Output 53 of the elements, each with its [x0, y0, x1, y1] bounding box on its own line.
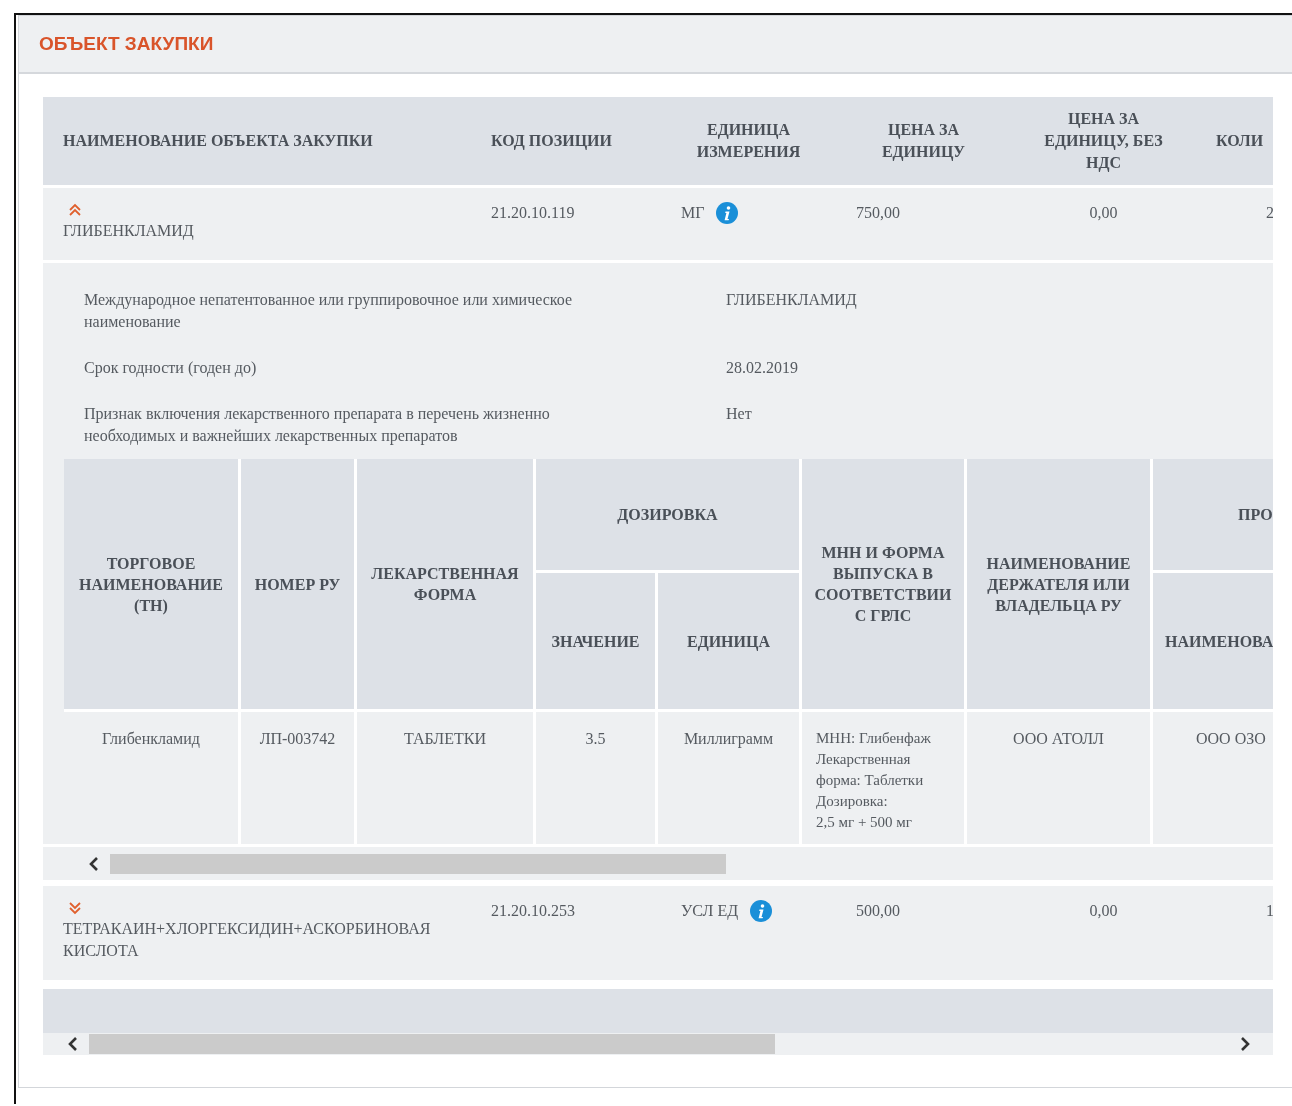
table-cell-text: ГЛИБЕНКЛАМИД — [63, 221, 194, 242]
field-value: 28.02.2019 — [726, 358, 799, 378]
table-cell-text: 2 — [1265, 203, 1273, 223]
column-header: ЦЕНА ЗА ЕДИНИЦУ, БЕЗ НДС — [1043, 109, 1164, 174]
table-cell: Миллиграмм — [658, 712, 799, 844]
scroll-right-icon[interactable] — [1239, 1036, 1251, 1052]
column-header: НАИМЕНОВАНИЕ ОБЪЕКТА ЗАКУПКИ — [62, 131, 374, 151]
column-header: ПРО — [1153, 459, 1273, 570]
scrollbar[interactable] — [43, 1033, 1273, 1055]
table-cell-text: 21.20.10.119 — [490, 203, 576, 223]
column-header: КОД ПОЗИЦИИ — [490, 131, 613, 152]
table-cell-text: 21.20.10.253 — [490, 901, 576, 921]
field-label: Признак включения лекарственного препарата в перечень жизненно необходимых и важнейших лекарственных препаратов — [84, 404, 551, 447]
table-cell-text: ТЕТРАКАИН+ХЛОРГЕКСИДИН+АСКОРБИНОВАЯ КИСЛОТА — [63, 919, 432, 961]
table-cell: ООО ОЗО — [1153, 712, 1273, 844]
column-header: ЗНАЧЕНИЕ — [536, 573, 655, 709]
table-cell: ЛП-003742 — [241, 712, 354, 844]
column-header: НАИМЕНОВА — [1153, 573, 1273, 709]
table-cell-text: УСЛ ЕД — [681, 901, 739, 922]
table-cell: ООО АТОЛЛ — [967, 712, 1150, 844]
table-cell: Глибенкламид — [64, 712, 238, 844]
column-header: НОМЕР РУ — [241, 459, 354, 709]
table-row[interactable]: ГЛИБЕНКЛАМИД 21.20.10.119 МГ 750,00 0,00 2 — [43, 188, 1273, 260]
column-header: ДОЗИРОВКА — [536, 459, 799, 570]
table-cell: ТАБЛЕТКИ — [357, 712, 533, 844]
chevron-up-icon[interactable] — [68, 203, 82, 217]
table-cell: 3.5 — [536, 712, 655, 844]
table-cell-text: 0,00 — [1088, 901, 1119, 921]
table-cell-text: 0,00 — [1088, 203, 1119, 223]
column-header: ЕДИНИЦА — [658, 573, 799, 709]
column-header: КОЛИ — [1215, 131, 1265, 151]
column-header: ЛЕКАРСТВЕННАЯ ФОРМА — [357, 459, 533, 709]
chevron-down-icon[interactable] — [68, 901, 82, 915]
table-cell: МНН: Глибенфаж Лекарственная форма: Таблетки Дозировка: 2,5 мг + 500 мг — [802, 712, 964, 844]
panel-title: ОБЪЕКТ ЗАКУПКИ — [39, 33, 214, 55]
table-row[interactable]: ТЕТРАКАИН+ХЛОРГЕКСИДИН+АСКОРБИНОВАЯ КИСЛОТА 21.20.10.253 УСЛ ЕД 500,00 0,00 1 — [43, 886, 1273, 980]
field-label: Срок годности (годен до) — [84, 358, 258, 379]
scroll-left-icon[interactable] — [88, 855, 100, 872]
column-header: ЦЕНА ЗА ЕДИНИЦУ — [880, 120, 967, 163]
field-value: ГЛИБЕНКЛАМИД — [726, 290, 858, 311]
column-header: ЕДИНИЦА ИЗМЕРЕНИЯ — [695, 120, 802, 162]
table-cell-text: МГ — [681, 203, 705, 223]
info-icon[interactable] — [750, 900, 773, 922]
table-cell-text: 750,00 — [855, 203, 901, 223]
info-icon[interactable] — [716, 202, 739, 224]
scroll-left-icon[interactable] — [67, 1036, 79, 1052]
table-cell-text: 500,00 — [855, 901, 901, 921]
column-header: НАИМЕНОВАНИЕ ДЕРЖАТЕЛЯ ИЛИ ВЛАДЕЛЬЦА РУ — [967, 459, 1150, 709]
column-header: МНН И ФОРМА ВЫПУСКА В СООТВЕТСТВИИ С ГРЛС — [802, 459, 964, 709]
field-value: Нет — [726, 404, 753, 424]
table-cell-text: 1 — [1265, 901, 1273, 921]
field-label: Международное непатентованное или группировочное или химическое наименование — [84, 290, 574, 332]
column-header: ТОРГОВОЕ НАИМЕНОВАНИЕ (ТН) — [64, 459, 238, 709]
